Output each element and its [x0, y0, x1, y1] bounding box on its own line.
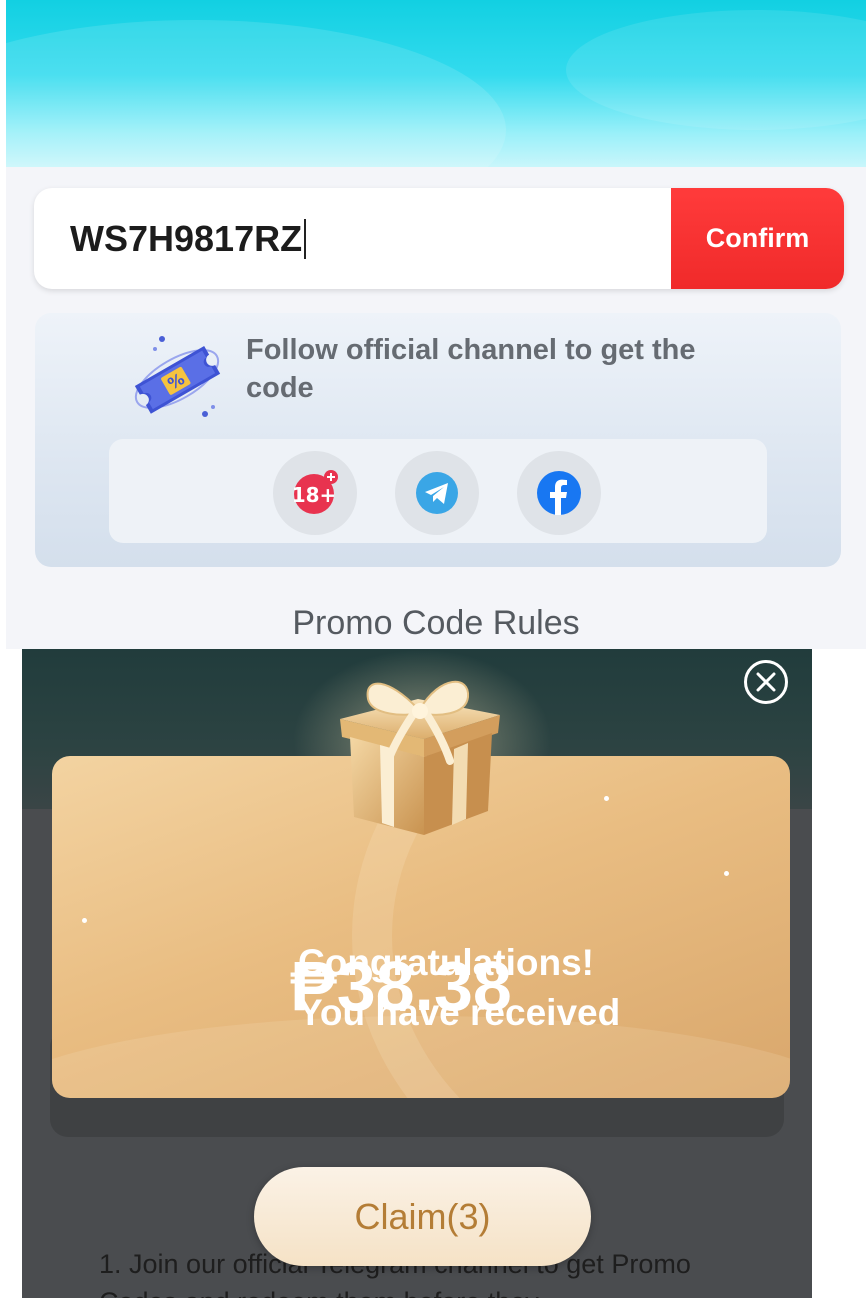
- sparkle: [604, 796, 609, 801]
- gift-box-icon: [340, 680, 500, 835]
- sparkle: [82, 918, 87, 923]
- hero-wave-decoration: [566, 10, 866, 130]
- age-18-plus-button[interactable]: 18+: [273, 451, 357, 535]
- telegram-icon: [416, 472, 458, 514]
- social-links-row: 18+: [109, 439, 767, 543]
- close-icon: [756, 672, 776, 692]
- close-button[interactable]: [744, 660, 788, 704]
- promo-code-value: WS7H9817RZ: [70, 218, 303, 259]
- hero-banner: [6, 0, 866, 167]
- coupon-ticket-icon: %: [134, 336, 221, 417]
- facebook-icon: [537, 471, 581, 515]
- facebook-button[interactable]: [517, 451, 601, 535]
- official-channel-card: % Follow official channel to get the cod…: [35, 313, 841, 567]
- hero-wave-decoration: [6, 20, 506, 167]
- claim-button[interactable]: Claim(3): [254, 1167, 591, 1266]
- age-18-label: 18+: [292, 483, 337, 507]
- reward-amount: ₱38.38: [290, 947, 512, 1025]
- promo-code-input[interactable]: WS7H9817RZ: [70, 210, 660, 268]
- text-caret: [304, 219, 307, 259]
- sparkle: [724, 871, 729, 876]
- telegram-button[interactable]: [395, 451, 479, 535]
- follow-channel-text: Follow official channel to get the code: [246, 334, 696, 404]
- promo-code-page: WS7H9817RZ Confirm % Follow official cha…: [6, 0, 866, 649]
- promo-code-box: WS7H9817RZ Confirm: [34, 188, 844, 289]
- age-18-plus-icon: 18+: [292, 470, 338, 514]
- reward-modal-overlay: Congratulations! You have received ₱38.3…: [22, 649, 812, 1298]
- confirm-button[interactable]: Confirm: [671, 188, 844, 289]
- promo-code-rules-title: Promo Code Rules: [292, 604, 580, 642]
